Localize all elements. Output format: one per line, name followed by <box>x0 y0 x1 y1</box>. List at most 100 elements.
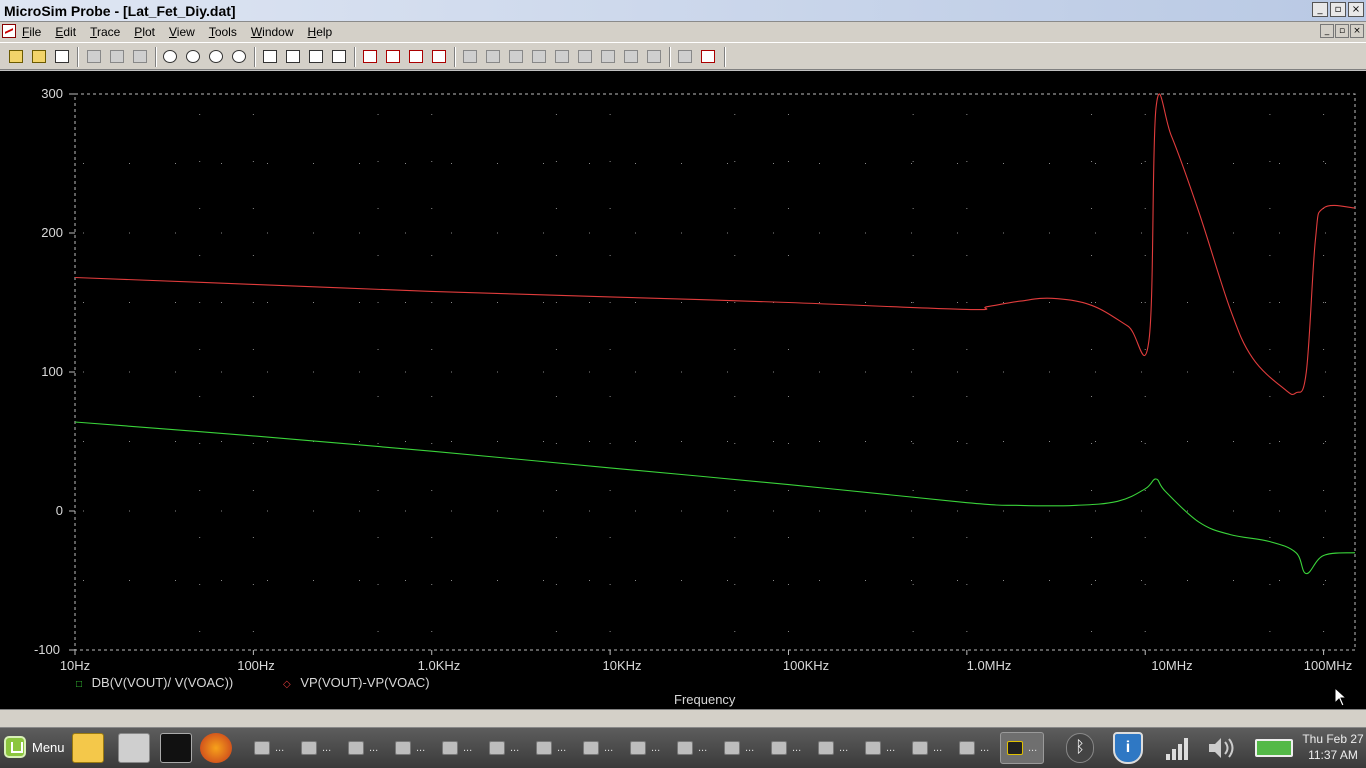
mint-logo-icon <box>4 736 26 758</box>
taskbar-item[interactable]: ... <box>436 732 480 764</box>
taskbar-item[interactable]: ... <box>248 732 292 764</box>
bluetooth-icon[interactable]: ᛒ <box>1064 732 1096 764</box>
cursor-next-icon[interactable] <box>620 46 642 67</box>
status-bar <box>0 709 1366 727</box>
y-tick-300: 300 <box>41 86 63 101</box>
zoom-in-icon[interactable] <box>159 46 181 67</box>
taskbar-item[interactable]: ... <box>624 732 668 764</box>
series-line-phase <box>74 93 1356 396</box>
add-trace-icon[interactable] <box>359 46 381 67</box>
add-plot-icon[interactable] <box>328 46 350 67</box>
taskbar-item[interactable]: ... <box>765 732 809 764</box>
menu-tools[interactable]: Tools <box>209 25 237 39</box>
x-tick-1mhz: 1.0MHz <box>966 658 1012 673</box>
menu-window[interactable]: Window <box>251 25 294 39</box>
mark-points-icon[interactable] <box>697 46 719 67</box>
legend-item-vp[interactable]: ◇ VP(VOUT)-VP(VOAC) <box>283 675 430 690</box>
x-tick-10mhz: 10MHz <box>1151 658 1193 673</box>
drive-launcher-icon[interactable] <box>118 733 150 763</box>
cursor-toggle-icon[interactable] <box>428 46 450 67</box>
x-tick-100mhz: 100MHz <box>1303 658 1353 673</box>
fourier-icon[interactable] <box>305 46 327 67</box>
y-axis-icon[interactable] <box>282 46 304 67</box>
cursor-search-icon[interactable] <box>597 46 619 67</box>
toolbar <box>0 42 1366 70</box>
x-tick-100khz: 100KHz <box>782 658 830 673</box>
menu-trace[interactable]: Trace <box>90 25 120 39</box>
taskbar-item[interactable]: ... <box>953 732 997 764</box>
plot-canvas[interactable] <box>0 71 1366 709</box>
files-launcher-icon[interactable] <box>72 733 104 763</box>
taskbar-item[interactable]: ... <box>906 732 950 764</box>
taskbar-item[interactable]: ... <box>718 732 762 764</box>
taskbar-item[interactable]: ... <box>530 732 574 764</box>
network-signal-icon[interactable] <box>1162 732 1194 764</box>
legend-label-vp: VP(VOUT)-VP(VOAC) <box>300 675 430 690</box>
menu-view[interactable]: View <box>169 25 195 39</box>
plot-window[interactable]: 300 200 100 0 -100 10Hz 100Hz 1.0KHz 10K… <box>0 71 1366 709</box>
legend-item-db[interactable]: □ DB(V(VOUT)/ V(VOAC)) <box>76 675 233 690</box>
battery-icon[interactable] <box>1254 732 1294 764</box>
cut-icon[interactable] <box>83 46 105 67</box>
close-button[interactable]: × <box>1348 2 1364 17</box>
start-menu-button[interactable]: Menu <box>4 736 65 758</box>
cursor-slope-icon[interactable] <box>505 46 527 67</box>
start-menu-label: Menu <box>32 739 65 755</box>
x-axis-icon[interactable] <box>259 46 281 67</box>
menu-bar: File Edit Trace Plot View Tools Window H… <box>0 22 1366 42</box>
zoom-area-icon[interactable] <box>205 46 227 67</box>
menu-file[interactable]: File <box>22 25 41 39</box>
cursor-point-icon[interactable] <box>574 46 596 67</box>
legend-marker-vp: ◇ <box>283 679 291 690</box>
taskbar-item[interactable]: ... <box>859 732 903 764</box>
cursor-prev-icon[interactable] <box>643 46 665 67</box>
eval-goal-icon[interactable] <box>382 46 404 67</box>
taskbar-item[interactable]: ... <box>342 732 386 764</box>
clock-time: 11:37 AM <box>1308 748 1358 762</box>
app-icon[interactable] <box>2 24 16 38</box>
legend-marker-db: □ <box>76 679 83 690</box>
window-title: MicroSim Probe - [Lat_Fet_Diy.dat] <box>4 3 236 19</box>
x-tick-100hz: 100Hz <box>237 658 275 673</box>
taskbar-item[interactable]: ... <box>483 732 527 764</box>
taskbar-item[interactable]: ... <box>389 732 433 764</box>
child-minimize-button[interactable]: _ <box>1320 24 1334 38</box>
taskbar-item[interactable]: ... <box>295 732 339 764</box>
clock[interactable]: Thu Feb 27 11:37 AM <box>1300 731 1366 763</box>
title-bar: MicroSim Probe - [Lat_Fet_Diy.dat] _ ▫ × <box>0 0 1366 22</box>
firefox-launcher-icon[interactable] <box>200 733 232 763</box>
zoom-fit-icon[interactable] <box>228 46 250 67</box>
security-shield-icon[interactable]: i <box>1112 732 1144 764</box>
cursor-min-icon[interactable] <box>528 46 550 67</box>
child-close-button[interactable]: × <box>1350 24 1364 38</box>
open-file-icon[interactable] <box>5 46 27 67</box>
taskbar: Menu ... ... ... ... ... ... ... ... ...… <box>0 727 1366 768</box>
mark-label-icon[interactable] <box>674 46 696 67</box>
clock-date: Thu Feb 27 <box>1302 732 1364 746</box>
y-tick-0: 0 <box>55 503 63 518</box>
zoom-out-icon[interactable] <box>182 46 204 67</box>
taskbar-item[interactable]: ... <box>812 732 856 764</box>
child-restore-button[interactable]: ▫ <box>1335 24 1349 38</box>
menu-help[interactable]: Help <box>308 25 333 39</box>
terminal-launcher-icon[interactable] <box>160 733 192 763</box>
volume-icon[interactable] <box>1206 732 1238 764</box>
menu-plot[interactable]: Plot <box>134 25 155 39</box>
paste-icon[interactable] <box>129 46 151 67</box>
maximize-button[interactable]: ▫ <box>1330 2 1346 17</box>
label-icon[interactable] <box>405 46 427 67</box>
cursor-max-icon[interactable] <box>551 46 573 67</box>
taskbar-item-probe-active[interactable]: ... <box>1000 732 1044 764</box>
print-icon[interactable] <box>51 46 73 67</box>
append-file-icon[interactable] <box>28 46 50 67</box>
menu-edit[interactable]: Edit <box>55 25 76 39</box>
x-tick-10hz: 10Hz <box>59 658 91 673</box>
y-tick-200: 200 <box>41 225 63 240</box>
taskbar-item[interactable]: ... <box>577 732 621 764</box>
cursor-peak-icon[interactable] <box>459 46 481 67</box>
taskbar-item[interactable]: ... <box>671 732 715 764</box>
series-line-gain-db <box>74 421 1356 575</box>
cursor-trough-icon[interactable] <box>482 46 504 67</box>
copy-icon[interactable] <box>106 46 128 67</box>
minimize-button[interactable]: _ <box>1312 2 1328 17</box>
